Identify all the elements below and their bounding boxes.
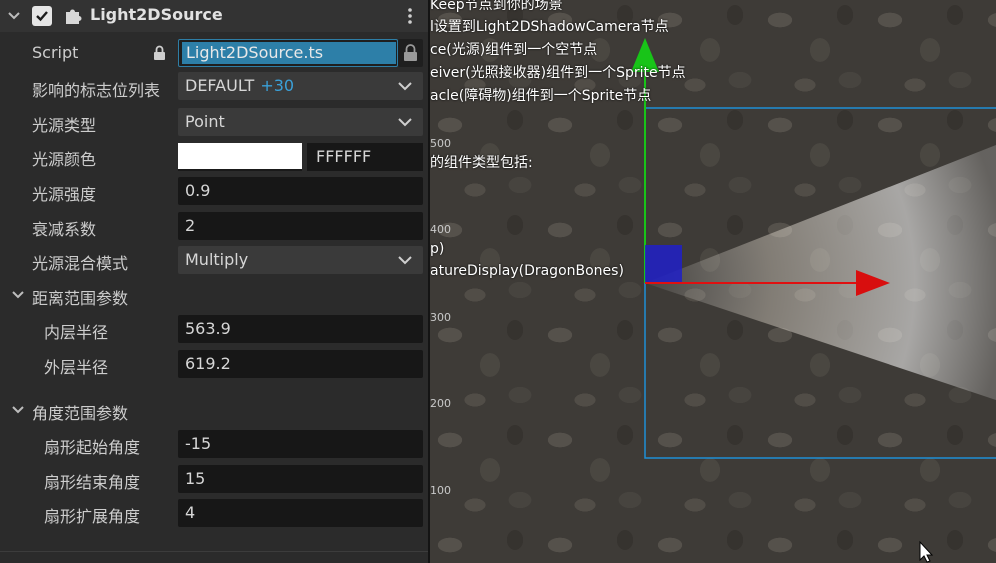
script-label: Script [32, 43, 79, 62]
collapse-chevron-icon[interactable] [7, 9, 21, 23]
component-puzzle-icon [66, 9, 82, 24]
range-group-title[interactable]: 距离范围参数 [32, 285, 128, 309]
blend-mode-label: 光源混合模式 [32, 254, 129, 273]
sector-end-input[interactable]: 15 [178, 465, 423, 493]
gizmo-center-handle[interactable] [645, 245, 682, 283]
sector-end-label: 扇形结束角度 [44, 473, 141, 492]
blend-mode-select[interactable]: Multiply [178, 246, 423, 274]
scene-text-line-2: l设置到Light2DShadowCamera节点 [430, 19, 669, 35]
more-options-icon[interactable] [402, 6, 418, 26]
scene-view[interactable]: Keep节点到你的场景 l设置到Light2DShadowCamera节点 ce… [430, 0, 996, 563]
axis-label-500: 500 [430, 137, 451, 150]
sector-start-label: 扇形起始角度 [44, 438, 141, 457]
axis-label-300: 300 [430, 311, 451, 324]
axis-label-200: 200 [430, 397, 451, 410]
angle-group-chevron-icon[interactable] [11, 403, 25, 417]
scene-text-line-1: Keep节点到你的场景 [430, 0, 563, 13]
angle-group-title[interactable]: 角度范围参数 [32, 400, 128, 424]
inspector-panel: Light2DSource Script Light2DSource.ts 影响… [0, 0, 428, 563]
chevron-down-icon [398, 118, 412, 127]
sector-spread-input[interactable]: 4 [178, 499, 423, 527]
flags-value: DEFAULT [185, 76, 255, 95]
checkmark-icon [36, 11, 48, 22]
component-header[interactable]: Light2DSource [0, 0, 428, 32]
light-type-select[interactable]: Point [178, 108, 423, 136]
falloff-input[interactable]: 2 [178, 212, 423, 240]
light-type-value: Point [185, 112, 225, 131]
flags-select[interactable]: DEFAULT +30 [178, 72, 423, 100]
intensity-label: 光源强度 [32, 185, 97, 204]
scene-text-line-7: p) [430, 241, 445, 257]
intensity-input[interactable]: 0.9 [178, 177, 423, 205]
axis-label-100: 100 [430, 484, 451, 497]
script-asset-field[interactable]: Light2DSource.ts [178, 39, 398, 67]
scene-text-line-4: eiver(光照接收器)组件到一个Sprite节点 [430, 65, 686, 81]
chevron-down-icon [398, 82, 412, 91]
light-type-label: 光源类型 [32, 116, 97, 135]
chevron-down-icon [398, 256, 412, 265]
inner-radius-label: 内层半径 [44, 323, 109, 342]
outer-radius-label: 外层半径 [44, 358, 109, 377]
sector-start-input[interactable]: -15 [178, 430, 423, 458]
outer-radius-input[interactable]: 619.2 [178, 350, 423, 378]
scene-text-line-5: acle(障碍物)组件到一个Sprite节点 [430, 88, 652, 104]
asset-lock-icon [404, 44, 417, 61]
component-enabled-checkbox[interactable] [32, 6, 52, 26]
axis-label-400: 400 [430, 223, 451, 236]
scene-text-line-6: 的组件类型包括: [430, 155, 533, 171]
component-title: Light2DSource [90, 5, 223, 24]
falloff-label: 衰减系数 [32, 220, 97, 239]
blend-mode-value: Multiply [185, 250, 249, 269]
scene-text-line-8: atureDisplay(DragonBones) [430, 263, 624, 279]
flags-label: 影响的标志位列表 [32, 81, 161, 100]
section-divider [0, 551, 428, 552]
scene-text-line-3: ce(光源)组件到一个空节点 [430, 42, 598, 58]
light-color-hex-field[interactable]: FFFFFF [307, 143, 423, 171]
asset-locate-button[interactable] [398, 39, 423, 67]
flags-extra-count: +30 [260, 76, 295, 95]
script-asset-name: Light2DSource.ts [182, 42, 396, 64]
lock-icon [154, 45, 165, 60]
sector-spread-label: 扇形扩展角度 [44, 507, 141, 526]
range-group-chevron-icon[interactable] [11, 288, 25, 302]
light-sector [645, 145, 996, 400]
mouse-cursor-icon [919, 540, 934, 563]
light-color-label: 光源颜色 [32, 150, 97, 169]
light-color-swatch[interactable] [178, 143, 302, 171]
inner-radius-input[interactable]: 563.9 [178, 315, 423, 343]
